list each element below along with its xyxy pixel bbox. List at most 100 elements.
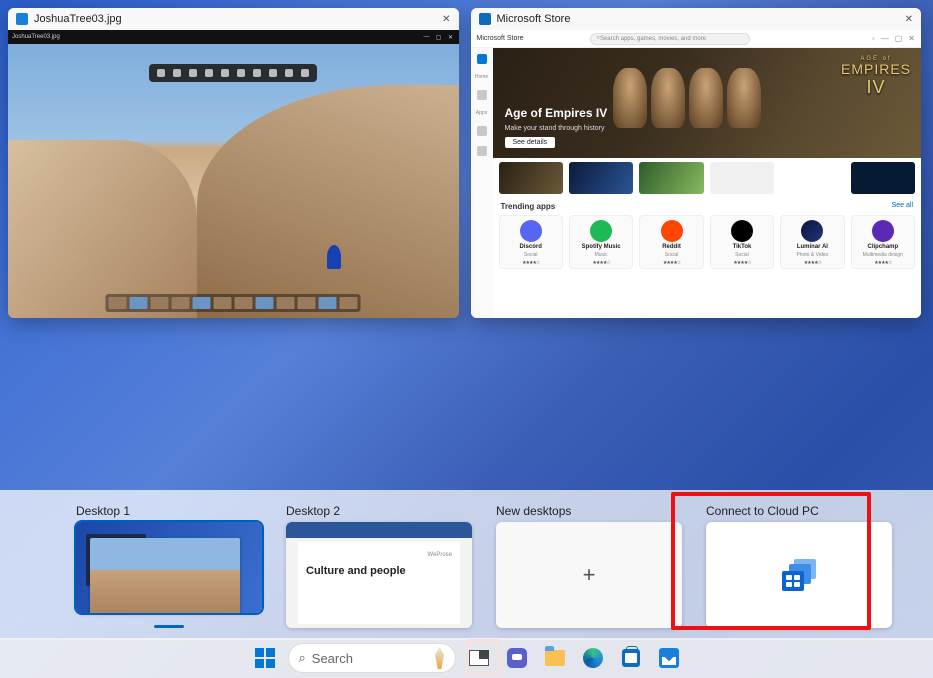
minimize-icon[interactable]: — [423, 33, 431, 41]
cloud-pc-icon [782, 559, 816, 591]
photos-app-icon [16, 13, 28, 25]
store-brand: Microsoft Store [477, 35, 524, 42]
cloud-pc-button[interactable] [706, 522, 892, 628]
photos-button[interactable] [654, 643, 684, 673]
store-hero[interactable]: AGE of EMPIRES IV Age of Empires IV Make… [493, 48, 922, 158]
nav-movies-icon[interactable] [477, 146, 487, 156]
new-desktop-label: New desktops [496, 504, 682, 518]
hero-game-logo: AGE of EMPIRES IV [841, 56, 911, 96]
discord-icon [520, 220, 542, 242]
taskbar-search[interactable]: ⌕ Search [288, 643, 456, 673]
clipchamp-icon [872, 220, 894, 242]
photos-toolbar[interactable] [149, 64, 317, 82]
edge-button[interactable] [578, 643, 608, 673]
cloud-pc-label: Connect to Cloud PC [706, 504, 892, 518]
chat-button[interactable] [502, 643, 532, 673]
close-icon[interactable]: ✕ [905, 14, 913, 25]
photo-viewport [8, 44, 459, 318]
rotate-icon[interactable] [189, 69, 197, 77]
window-header: Microsoft Store ✕ [471, 8, 922, 30]
close-icon[interactable]: ✕ [442, 14, 450, 25]
store-button[interactable] [616, 643, 646, 673]
info-icon[interactable] [269, 69, 277, 77]
more-icon[interactable] [301, 69, 309, 77]
store-icon [622, 649, 640, 667]
luminar-icon [801, 220, 823, 242]
hero-subtitle: Make your stand through history [505, 125, 605, 132]
taskbar: ⌕ Search [0, 638, 933, 678]
edit-icon[interactable] [221, 69, 229, 77]
close-icon[interactable]: ✕ [908, 34, 915, 43]
doc-heading: Culture and people [306, 565, 406, 577]
photos-inner-title: JoshuaTree03.jpg [12, 34, 60, 40]
carousel-slide[interactable] [710, 162, 774, 194]
photos-preview: JoshuaTree03.jpg — ▢ ✕ [8, 30, 459, 318]
window-store[interactable]: Microsoft Store ✕ Microsoft Store ⌕ Sear… [471, 8, 922, 318]
search-placeholder: Search apps, games, movies, and more [600, 36, 706, 42]
store-preview: Microsoft Store ⌕ Search apps, games, mo… [471, 30, 922, 318]
section-title: Trending apps [501, 202, 556, 211]
nav-apps-icon[interactable] [477, 90, 487, 100]
app-tile-spotify[interactable]: Spotify Music Music ★★★★☆ [569, 215, 633, 269]
zoom-in-icon[interactable] [173, 69, 181, 77]
store-search-input[interactable]: ⌕ Search apps, games, movies, and more [590, 33, 750, 45]
bing-icon [431, 647, 449, 669]
hero-carousel[interactable] [493, 158, 922, 198]
desktop-1[interactable]: Desktop 1 [76, 504, 262, 628]
draw-icon[interactable] [237, 69, 245, 77]
window-photos[interactable]: JoshuaTree03.jpg ✕ JoshuaTree03.jpg — ▢ … [8, 8, 459, 318]
file-explorer-icon [545, 650, 565, 666]
nav-home-icon[interactable] [477, 54, 487, 64]
app-tile-clipchamp[interactable]: Clipchamp Multimedia design ★★★★☆ [851, 215, 915, 269]
photos-filmstrip[interactable] [106, 294, 361, 312]
app-tile-discord[interactable]: Discord Social ★★★★☆ [499, 215, 563, 269]
hero-details-button[interactable]: See details [505, 137, 556, 148]
app-tile-tiktok[interactable]: TikTok Social ★★★★☆ [710, 215, 774, 269]
new-desktop-button[interactable]: + [496, 522, 682, 628]
desktop-label: Desktop 2 [286, 504, 472, 518]
desktop-thumbnail[interactable] [76, 522, 262, 613]
photos-icon [659, 648, 679, 668]
plus-icon: + [583, 562, 596, 588]
desktop-label: Desktop 1 [76, 504, 262, 518]
maximize-icon[interactable]: ▢ [895, 34, 903, 43]
app-tile-reddit[interactable]: Reddit Social ★★★★☆ [639, 215, 703, 269]
window-header: JoshuaTree03.jpg ✕ [8, 8, 459, 30]
trending-apps-row: Discord Social ★★★★☆ Spotify Music Music… [493, 211, 922, 273]
connect-cloud-pc[interactable]: Connect to Cloud PC [706, 504, 892, 628]
desktop-2[interactable]: Desktop 2 WeProse Culture and people [286, 504, 472, 628]
share-icon[interactable] [285, 69, 293, 77]
see-all-link[interactable]: See all [892, 202, 913, 211]
windows-logo-icon [255, 648, 275, 668]
carousel-slide[interactable] [499, 162, 563, 194]
zoom-out-icon[interactable] [157, 69, 165, 77]
store-top-bar: Microsoft Store ⌕ Search apps, games, mo… [471, 30, 922, 48]
carousel-slide[interactable] [851, 162, 915, 194]
carousel-slide[interactable] [639, 162, 703, 194]
maximize-icon[interactable]: ▢ [435, 33, 443, 41]
virtual-desktops-panel: Desktop 1 Desktop 2 WeProse Culture and … [0, 490, 933, 640]
window-title: Microsoft Store [497, 13, 571, 25]
nav-label: Home [475, 74, 488, 80]
reddit-icon [661, 220, 683, 242]
store-left-nav[interactable]: Home Apps [471, 48, 493, 318]
desktop-thumbnail[interactable]: WeProse Culture and people [286, 522, 472, 628]
new-desktop[interactable]: New desktops + [496, 504, 682, 628]
favorite-icon[interactable] [253, 69, 261, 77]
start-button[interactable] [250, 643, 280, 673]
carousel-slide[interactable] [780, 162, 844, 194]
app-tile-luminar[interactable]: Luminar AI Photo & Video ★★★★☆ [780, 215, 844, 269]
crop-icon[interactable] [205, 69, 213, 77]
nav-gaming-icon[interactable] [477, 126, 487, 136]
close-icon[interactable]: ✕ [447, 33, 455, 41]
search-icon: ⌕ [299, 650, 306, 666]
file-explorer-button[interactable] [540, 643, 570, 673]
carousel-slide[interactable] [569, 162, 633, 194]
task-view-windows: JoshuaTree03.jpg ✕ JoshuaTree03.jpg — ▢ … [8, 8, 921, 318]
minimize-icon[interactable]: — [881, 34, 889, 43]
subject-hiker [327, 245, 341, 269]
task-view-button[interactable] [464, 643, 494, 673]
spotify-icon [590, 220, 612, 242]
chat-icon [507, 648, 527, 668]
account-icon[interactable]: ◦ [872, 34, 875, 43]
